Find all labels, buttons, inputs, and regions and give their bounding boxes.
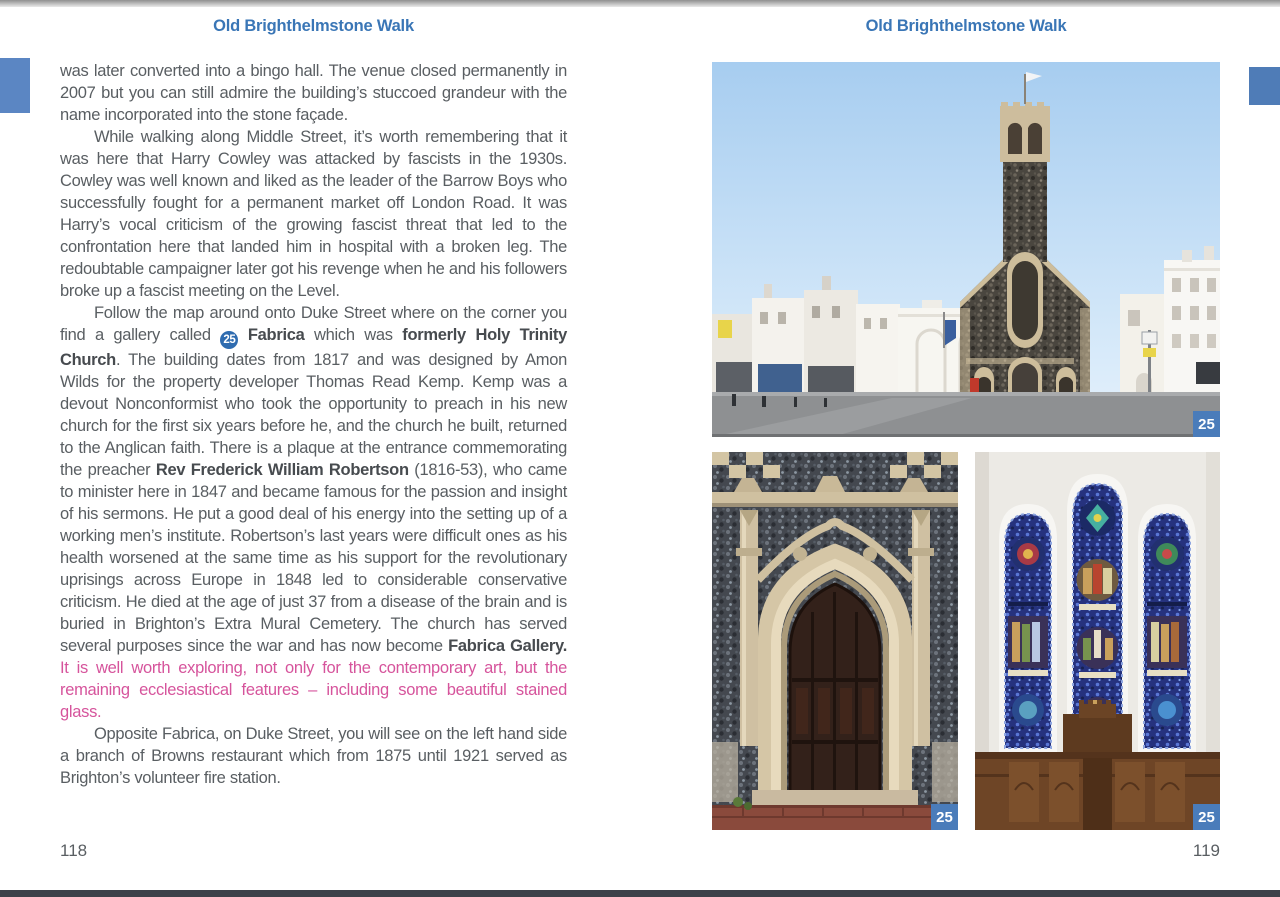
- photo-church-doorway: 25: [712, 452, 958, 830]
- photo-badge-church: 25: [1193, 411, 1220, 437]
- text-run: which was: [304, 326, 402, 344]
- text-run: Fabrica Gallery.: [448, 637, 567, 655]
- window-right: [1138, 504, 1196, 752]
- text-run: (1816-53), who came to minister here in …: [60, 461, 567, 655]
- paragraph: Follow the map around onto Duke Street w…: [60, 302, 567, 723]
- text-run: . The building dates from 1817 and was d…: [60, 351, 567, 479]
- page-number-right: 119: [712, 841, 1220, 861]
- text-run: While walking along Middle Street, it’s …: [60, 128, 567, 300]
- stained-glass-photo-illustration: [975, 452, 1220, 830]
- text-run: It is well worth exploring, not only for…: [60, 659, 567, 721]
- window-left: [999, 504, 1057, 752]
- paragraph: While walking along Middle Street, it’s …: [60, 126, 567, 302]
- wooden-door: [790, 584, 880, 792]
- text-run: Rev Frederick William Robertson: [156, 461, 409, 479]
- page-number-left: 118: [60, 841, 87, 861]
- text-run: was later converted into a bingo hall. T…: [60, 62, 567, 124]
- running-head-left: Old Brighthelmstone Walk: [60, 17, 567, 36]
- doorway-photo-illustration: [712, 452, 958, 830]
- paragraph: was later converted into a bingo hall. T…: [60, 60, 567, 126]
- body-text: was later converted into a bingo hall. T…: [60, 60, 567, 789]
- chapter-tab-right: [1249, 67, 1280, 105]
- photo-stained-glass: 25: [975, 452, 1220, 830]
- bottom-window-edge: [0, 890, 1280, 897]
- running-head-right: Old Brighthelmstone Walk: [712, 17, 1220, 36]
- text-run: Opposite Fabrica, on Duke Street, you wi…: [60, 725, 567, 787]
- photo-badge-stained-glass: 25: [1193, 804, 1220, 830]
- church-photo-illustration: [712, 62, 1220, 437]
- text-run: [238, 326, 248, 344]
- photo-badge-doorway: 25: [931, 804, 958, 830]
- top-window-edge: [0, 0, 1280, 7]
- photo-church-exterior: 25: [712, 62, 1220, 437]
- book-spread: Old Brighthelmstone Walk Old Brighthelms…: [0, 0, 1280, 897]
- text-run: Fabrica: [248, 326, 305, 344]
- stone-cornice-and-corbels: [712, 476, 958, 507]
- map-marker-25-icon: 25: [220, 331, 238, 349]
- paragraph: Opposite Fabrica, on Duke Street, you wi…: [60, 723, 567, 789]
- chapter-tab-left: [0, 58, 30, 113]
